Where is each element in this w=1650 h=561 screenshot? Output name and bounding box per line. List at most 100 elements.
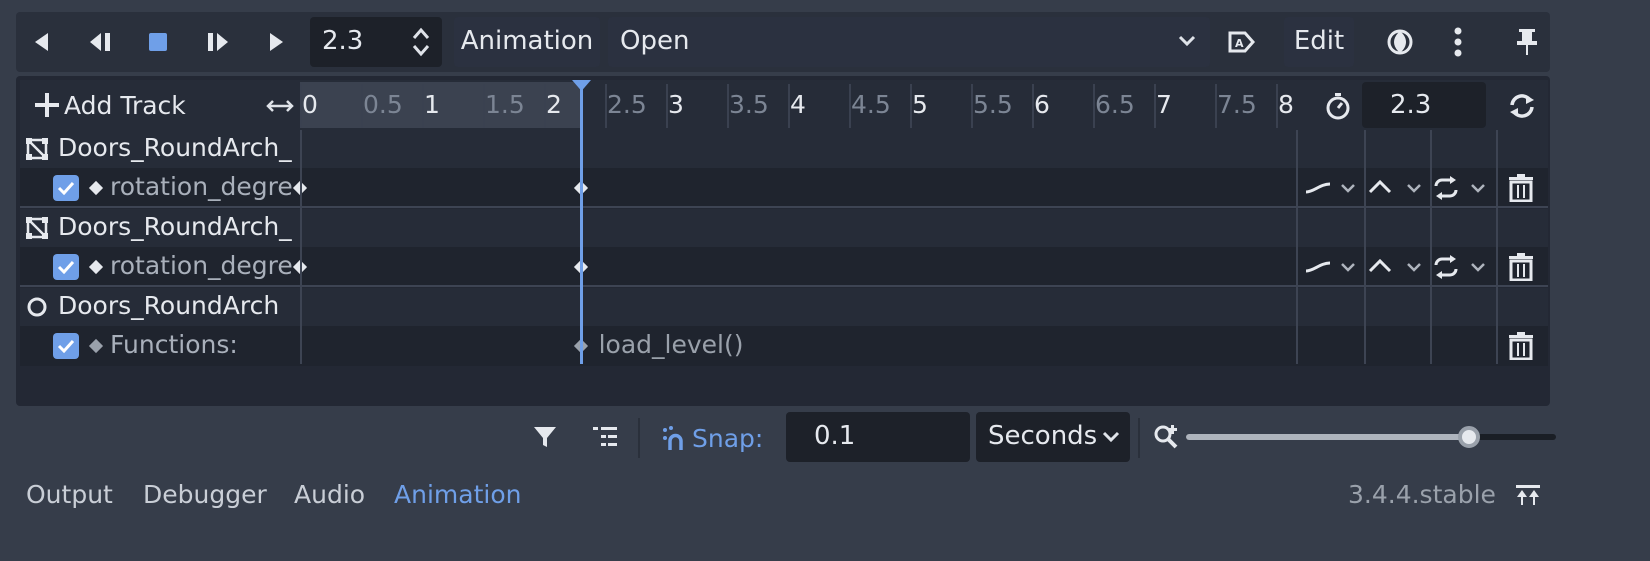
ruler-tick-label: 4	[790, 90, 806, 119]
autoplay-icon: A	[1228, 31, 1255, 53]
wrap-caret-icon	[1368, 258, 1421, 273]
tab-output[interactable]: Output	[26, 480, 113, 510]
timeline-header	[20, 80, 1548, 130]
loop-toggle-button[interactable]	[1502, 88, 1542, 124]
filter-icon	[534, 427, 556, 447]
ruler-tick-label: 7	[1156, 90, 1172, 119]
checkmark-icon	[57, 260, 75, 274]
stop-button[interactable]	[142, 22, 174, 62]
zoom-in-icon	[1154, 425, 1178, 449]
add-track-button[interactable]: Add Track	[34, 86, 224, 124]
play-backwards-icon	[35, 33, 48, 51]
snap-value: 0.1	[814, 421, 856, 451]
spatial-node-icon	[26, 217, 48, 243]
animation-length-field[interactable]: 2.3	[1362, 82, 1486, 128]
column-divider	[300, 130, 302, 364]
column-divider	[1496, 130, 1498, 364]
bottom-separator	[638, 418, 640, 458]
expand-bottom-panel-button[interactable]	[1510, 478, 1546, 512]
tab-audio[interactable]: Audio	[294, 480, 365, 510]
loop-wrap-mode-dropdown[interactable]	[1368, 176, 1426, 204]
ruler-tick-label: 6.5	[1095, 90, 1135, 119]
stopwatch-icon	[1326, 93, 1350, 120]
trash-icon	[1509, 253, 1533, 282]
onion-skinning-button[interactable]	[1380, 20, 1420, 64]
interpolation-mode-dropdown[interactable]	[1304, 255, 1360, 283]
filter-tracks-button[interactable]	[528, 418, 562, 456]
edit-menu-button[interactable]: Edit	[1284, 17, 1354, 67]
track-node-name: Doors_RoundArch_	[58, 212, 292, 241]
track-enabled-checkbox[interactable]	[53, 175, 79, 201]
ruler-tick-label: 6	[1034, 90, 1050, 119]
zoom-slider-grabber[interactable]	[1458, 426, 1480, 448]
play-forward-button[interactable]	[200, 22, 234, 62]
ruler-tick-label: 4.5	[851, 90, 891, 119]
delete-track-button[interactable]	[1508, 174, 1534, 206]
ruler-tick-label: 3	[668, 90, 684, 119]
interpolation-curve-icon	[1305, 182, 1355, 194]
animation-length-icon-wrap	[1320, 88, 1356, 124]
ruler-tick-label: 2.5	[607, 90, 647, 119]
pin-panel-button[interactable]	[1508, 20, 1546, 64]
playhead[interactable]	[571, 80, 591, 364]
animation-menu-button[interactable]: Animation	[454, 17, 600, 67]
onion-skin-icon	[1387, 29, 1413, 55]
play-backwards-from-end-button[interactable]	[26, 22, 58, 62]
loop-wrap-icon	[1434, 255, 1485, 279]
autoplay-on-load-button[interactable]: A	[1222, 20, 1260, 64]
version-label: 3.4.4.stable	[1348, 480, 1496, 509]
play-backwards-button[interactable]	[84, 22, 118, 62]
checkmark-icon	[57, 181, 75, 195]
snap-magnet-icon	[663, 426, 683, 450]
bottom-separator-2	[1138, 418, 1140, 458]
circle-node-icon	[26, 296, 48, 322]
selected-animation: Open	[620, 26, 690, 56]
group-tracks-button[interactable]	[588, 418, 622, 456]
snap-unit-select[interactable]: Seconds	[976, 412, 1130, 462]
current-time-value: 2.3	[322, 26, 364, 56]
interpolation-mode-dropdown[interactable]	[1304, 176, 1360, 204]
resize-horizontal-icon	[266, 100, 294, 112]
snap-value-field[interactable]: 0.1	[786, 412, 970, 462]
ruler-tick-label: 8	[1278, 90, 1294, 119]
loop-wrap-mode-dropdown[interactable]	[1368, 255, 1426, 283]
ruler-tick-label: 2	[546, 90, 562, 119]
snap-toggle[interactable]: Snap:	[662, 420, 763, 456]
edit-menu-label: Edit	[1293, 26, 1345, 56]
track-node-name: Doors_RoundArch_	[58, 133, 292, 162]
loop-mode-dropdown[interactable]	[1432, 255, 1490, 283]
snap-unit: Seconds	[988, 421, 1098, 451]
snap-label: Snap:	[692, 423, 764, 453]
animation-select[interactable]: Open	[608, 17, 1210, 67]
spatial-node-icon	[26, 138, 48, 164]
stop-icon	[149, 33, 167, 51]
track-node-name: Doors_RoundArch	[58, 291, 280, 320]
tab-debugger[interactable]: Debugger	[143, 480, 267, 510]
play-from-start-button[interactable]	[260, 22, 292, 62]
animation-range-highlight	[300, 82, 580, 128]
tree-list-icon	[593, 427, 617, 446]
expand-up-icon	[1516, 485, 1540, 505]
loop-mode-dropdown[interactable]	[1432, 176, 1490, 204]
column-divider	[1430, 130, 1432, 364]
tab-animation[interactable]: Animation	[394, 480, 521, 510]
play-icon	[270, 33, 283, 51]
spinner-arrows-icon	[412, 27, 430, 57]
zoom-slider[interactable]	[1186, 426, 1556, 448]
ruler-tick-label: 0.5	[363, 90, 403, 119]
wrap-caret-icon	[1368, 179, 1421, 194]
interpolation-curve-icon	[1305, 261, 1355, 273]
track-property-name: rotation_degre	[110, 172, 293, 201]
kebab-menu-icon	[1454, 27, 1462, 57]
track-enabled-checkbox[interactable]	[53, 333, 79, 359]
ruler-tick-label: 1.5	[485, 90, 525, 119]
time-spinner[interactable]	[404, 20, 438, 64]
more-options-button[interactable]	[1440, 20, 1476, 64]
delete-track-button[interactable]	[1508, 253, 1534, 285]
ruler-tick-label: 3.5	[729, 90, 769, 119]
track-enabled-checkbox[interactable]	[53, 254, 79, 280]
playhead-handle-icon	[571, 80, 591, 91]
track-name-width-handle[interactable]	[264, 92, 296, 120]
play-forward-small-icon	[208, 33, 228, 51]
delete-track-button[interactable]	[1508, 332, 1534, 364]
